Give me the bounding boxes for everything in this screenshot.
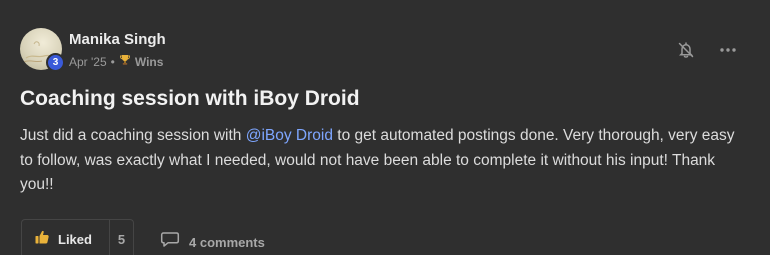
meta-separator: •	[110, 54, 115, 69]
post-meta: Apr '25 • Wins	[69, 54, 163, 69]
comment-icon	[160, 231, 180, 253]
more-horizontal-icon[interactable]	[718, 40, 738, 60]
post-body: Just did a coaching session with @iBoy D…	[20, 124, 750, 198]
post-body-text: Just did a coaching session with	[20, 127, 246, 144]
user-mention-link[interactable]: @iBoy Droid	[246, 127, 333, 144]
header-actions	[676, 40, 738, 60]
category-link[interactable]: Wins	[135, 55, 164, 69]
thumbs-up-icon	[34, 229, 50, 250]
comments-label: 4 comments	[189, 234, 265, 250]
author-name[interactable]: Manika Singh	[69, 31, 166, 48]
post-card: 3 Manika Singh Apr '25 • Wins Coaching s…	[0, 0, 770, 255]
post-date[interactable]: Apr '25	[69, 55, 107, 69]
comments-button[interactable]: 4 comments	[160, 231, 265, 253]
avatar-container[interactable]: 3	[20, 28, 65, 72]
level-badge: 3	[46, 53, 65, 72]
like-count[interactable]: 5	[110, 232, 133, 247]
bell-off-icon[interactable]	[676, 40, 696, 60]
post-title: Coaching session with iBoy Droid	[20, 87, 360, 110]
like-group: Liked 5	[21, 219, 134, 255]
like-label: Liked	[58, 232, 92, 247]
like-button[interactable]: Liked	[22, 220, 110, 255]
trophy-icon	[119, 54, 131, 69]
